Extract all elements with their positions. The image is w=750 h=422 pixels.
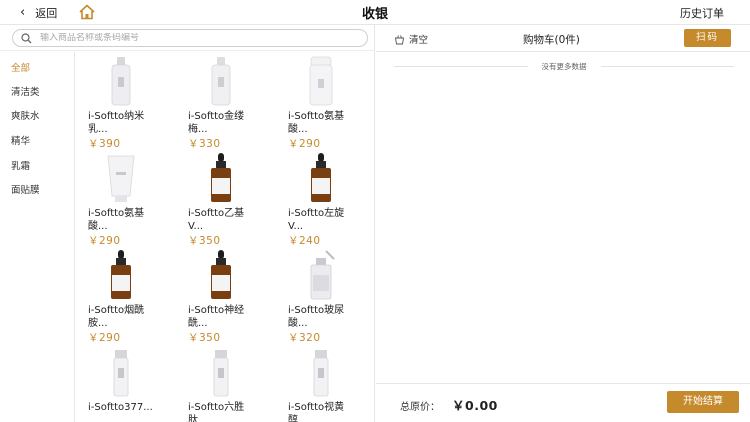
product-card[interactable]: i-Softto377... [76,343,166,422]
product-card[interactable]: i-Softto玻尿 酸... ￥320 [276,246,366,344]
slim-bottle-icon [213,350,229,397]
slim-bottle-icon [113,350,129,397]
product-name: i-Softto氨基 酸... [288,111,345,135]
cart-pane: 清空 购物车(0件) 扫码 没有更多数据 总原价： ￥0.00 开始结算 [376,25,750,422]
product-name: i-Softto六胜肽 [188,402,245,422]
clear-dropper-bottle-icon [310,250,335,300]
history-orders-link[interactable]: 历史订单 [680,5,724,21]
white-bottle-icon [211,57,231,106]
product-card[interactable]: i-Softto视黄醇 [276,343,366,422]
category-list: 全部 清洁类 爽肤水 精华 乳霜 面贴膜 [0,52,75,422]
search-input[interactable] [40,33,340,43]
search-box[interactable] [12,29,368,47]
category-item-serum[interactable]: 精华 [11,133,30,147]
foam-pump-bottle-icon [309,56,333,106]
product-card[interactable]: i-Softto烟酰 胺... ￥290 [76,246,166,344]
product-name: i-Softto左旋 V... [288,208,345,232]
dropper-bottle-icon [111,250,131,299]
checkout-button[interactable]: 开始结算 [667,391,739,413]
category-item-toner[interactable]: 爽肤水 [11,108,40,122]
product-pane: 全部 清洁类 爽肤水 精华 乳霜 面贴膜 i-Softto纳米乳... ￥390… [0,25,375,422]
cart-title: 购物车(0件) [523,34,580,46]
clear-cart-label: 清空 [409,35,429,46]
product-card[interactable]: i-Softto纳米 乳... ￥390 [76,52,166,150]
category-item-all[interactable]: 全部 [11,60,30,74]
dropper-bottle-icon [211,153,231,202]
clear-cart-button[interactable]: 清空 [394,32,428,46]
product-card[interactable]: i-Softto氨基 酸... ￥290 [76,149,166,247]
empty-cart-notice: 没有更多数据 [394,60,734,72]
search-bar [0,25,375,51]
product-card[interactable]: i-Softto乙基 V... ￥350 [176,149,266,247]
product-name: i-Softto金缕 梅... [188,111,245,135]
product-card[interactable]: i-Softto左旋 V... ￥240 [276,149,366,247]
cart-footer: 总原价： ￥0.00 开始结算 [376,383,750,422]
product-card[interactable]: i-Softto六胜肽 [176,343,266,422]
product-card[interactable]: i-Softto神经 酰... ￥350 [176,246,266,344]
product-card[interactable]: i-Softto氨基 酸... ￥290 [276,52,366,150]
product-name: i-Softto视黄醇 [288,402,345,422]
white-bottle-icon [111,57,131,106]
product-name: i-Softto纳米 乳... [88,111,145,135]
scan-button[interactable]: 扫码 [684,29,731,47]
category-item-mask[interactable]: 面贴膜 [11,182,40,196]
tube-icon [107,155,135,202]
search-icon [21,32,32,43]
total-value: ￥0.00 [452,398,498,413]
total-label: 总原价： [400,402,440,413]
product-name: i-Softto玻尿 酸... [288,305,345,329]
slim-bottle-icon [313,350,329,397]
cart-header: 清空 购物车(0件) 扫码 [376,25,750,52]
product-name: i-Softto神经 酰... [188,305,245,329]
top-bar: ‹ 返回 收银 历史订单 [0,0,750,25]
dropper-bottle-icon [311,153,331,202]
product-grid: i-Softto纳米 乳... ￥390 i-Softto金缕 梅... ￥330 … [76,52,375,422]
divider [600,65,734,67]
category-item-cleansing[interactable]: 清洁类 [11,84,40,98]
product-name: i-Softto烟酰 胺... [88,305,145,329]
divider [394,65,528,67]
category-item-cream[interactable]: 乳霜 [11,158,30,172]
product-name: i-Softto377... [88,402,153,413]
product-name: i-Softto氨基 酸... [88,208,145,232]
product-card[interactable]: i-Softto金缕 梅... ￥330 [176,52,266,150]
dropper-bottle-icon [211,250,231,299]
basket-icon [394,34,405,44]
product-name: i-Softto乙基 V... [188,208,245,232]
page-title: 收银 [361,7,388,22]
empty-cart-text: 没有更多数据 [541,61,587,71]
